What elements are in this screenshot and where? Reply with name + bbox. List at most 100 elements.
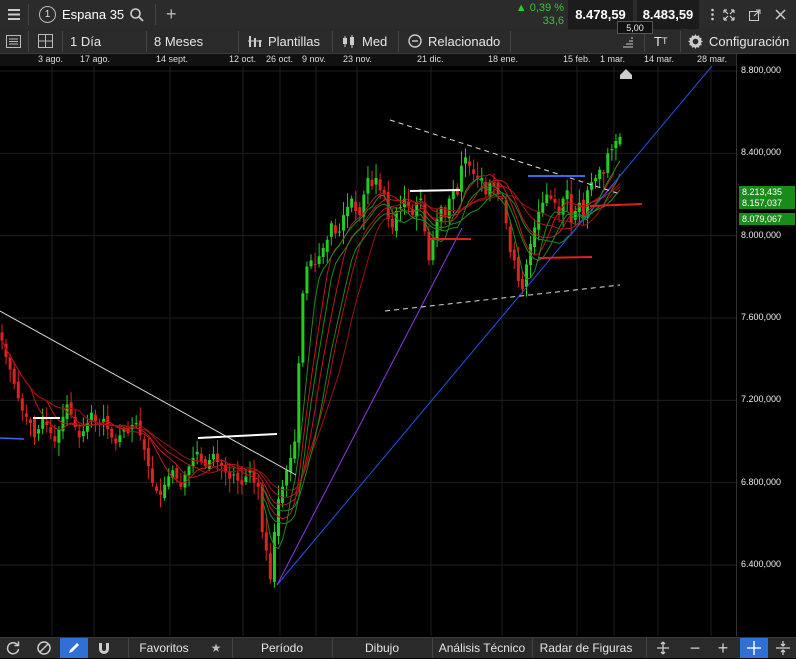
- candle-body: [451, 190, 455, 200]
- candlestick-icon: [343, 34, 354, 48]
- date-tick-label: 3 ago.: [38, 54, 64, 64]
- price-badge: 8.079,067: [739, 213, 795, 226]
- crosshair-icon[interactable]: [740, 638, 768, 658]
- settings-button[interactable]: Configuración: [688, 29, 789, 53]
- price-tick-label: 8.400,000: [741, 147, 782, 158]
- candle-body: [240, 480, 244, 485]
- zoom-out-icon[interactable]: −: [684, 638, 706, 658]
- candle-body: [337, 231, 341, 233]
- popout-icon[interactable]: [748, 0, 762, 29]
- candle-body: [427, 231, 431, 261]
- price-tick-label: 7.600,000: [741, 312, 782, 322]
- pencil-icon[interactable]: [60, 638, 88, 658]
- candle-body: [598, 169, 602, 180]
- hamburger-menu-icon[interactable]: [0, 0, 28, 29]
- candle-body: [516, 257, 520, 281]
- resistance-line: [197, 433, 278, 439]
- candle-body: [350, 198, 354, 208]
- fit-icon[interactable]: [652, 638, 674, 658]
- range-selector[interactable]: 8 Meses: [154, 29, 203, 53]
- period-button[interactable]: Período: [238, 638, 326, 658]
- templates-icon: [248, 35, 262, 47]
- support-line: [589, 203, 643, 207]
- date-tick-label: 26 oct.: [266, 54, 294, 64]
- candle-body: [142, 439, 146, 450]
- change-percent: ▲ 0,39 %: [515, 1, 564, 14]
- templates-button[interactable]: Plantillas: [248, 29, 320, 53]
- candle-body: [606, 153, 610, 173]
- list-view-icon[interactable]: [6, 29, 21, 53]
- candle-body: [85, 422, 89, 432]
- date-tick-label: 21 dic.: [417, 54, 444, 64]
- candle-body: [545, 194, 549, 204]
- candle-body: [146, 448, 150, 467]
- templates-label: Plantillas: [268, 33, 321, 49]
- left-blue-marker: [0, 437, 25, 440]
- more-icon[interactable]: [705, 0, 719, 29]
- candle-body: [33, 419, 37, 438]
- cancel-icon[interactable]: [30, 638, 58, 658]
- candle-body: [272, 532, 276, 582]
- candle-body: [309, 260, 313, 267]
- tab-number: 1: [39, 6, 56, 23]
- candle-body: [346, 206, 350, 217]
- candle-body: [150, 468, 154, 483]
- tab-number-badge[interactable]: 1: [39, 0, 56, 29]
- candle-body: [236, 472, 240, 481]
- interval-selector[interactable]: 1 Día: [70, 29, 101, 53]
- layout-grid-icon[interactable]: [38, 29, 53, 53]
- candle-body: [285, 470, 289, 486]
- related-icon: [408, 34, 422, 48]
- moving-average-line: [1, 183, 621, 498]
- zoom-in-icon[interactable]: +: [712, 638, 734, 658]
- candle-body: [163, 484, 167, 498]
- favorites-button[interactable]: Favoritos: [134, 638, 194, 658]
- candle-body: [537, 210, 541, 230]
- expand-icon[interactable]: [722, 0, 736, 29]
- price-axis[interactable]: 8.800,000 8.400,000 8.000,000 7.600,000 7.20…: [620, 54, 796, 636]
- candle-body: [0, 332, 4, 341]
- vertical-expand-icon[interactable]: [770, 638, 796, 658]
- candle-body: [232, 474, 236, 476]
- text-size-icon[interactable]: TT: [654, 29, 667, 53]
- instrument-name[interactable]: Espana 35: [62, 0, 124, 29]
- technical-analysis-button[interactable]: Análisis Técnico: [436, 638, 528, 658]
- date-tick-label: 1 mar.: [600, 54, 626, 64]
- candle-body: [24, 413, 28, 417]
- bottom-bar: Favoritos ★ Período Dibujo Análisis Técn…: [0, 637, 796, 658]
- candle-body: [472, 169, 476, 174]
- close-icon[interactable]: [773, 0, 787, 29]
- spread-value: 5,00: [617, 21, 653, 34]
- magnet-icon[interactable]: [90, 638, 118, 658]
- change-display: ▲ 0,39 % 33,6: [502, 0, 564, 29]
- candle-body: [289, 457, 293, 472]
- candle-body: [354, 201, 358, 211]
- add-tab-icon[interactable]: +: [166, 0, 177, 29]
- candle-body: [110, 428, 114, 438]
- price-chart[interactable]: [0, 66, 736, 636]
- candle-body: [268, 553, 272, 580]
- related-button[interactable]: Relacionado: [408, 29, 500, 53]
- candle-body: [321, 248, 325, 258]
- candle-body: [37, 429, 41, 434]
- settings-label: Configuración: [709, 33, 790, 49]
- candle-body: [317, 256, 321, 265]
- candle-body: [244, 476, 248, 483]
- candle-body: [20, 398, 24, 411]
- candle-body: [333, 225, 337, 234]
- scroll-up-marker-icon[interactable]: [619, 68, 633, 80]
- search-icon[interactable]: [130, 0, 144, 29]
- drawing-button[interactable]: Dibujo: [338, 638, 426, 658]
- candle-size-button[interactable]: Med: [342, 29, 387, 53]
- candle-body: [191, 457, 195, 467]
- candle-body: [512, 249, 516, 261]
- star-icon[interactable]: ★: [206, 638, 226, 658]
- refresh-icon[interactable]: [0, 638, 26, 658]
- candle-body: [195, 451, 199, 455]
- candle-body: [464, 157, 467, 164]
- candle-body: [187, 466, 191, 476]
- candle-body: [41, 418, 45, 429]
- pattern-radar-button[interactable]: Radar de Figuras: [536, 638, 636, 658]
- candle-body: [134, 422, 138, 425]
- candle-body: [378, 179, 382, 191]
